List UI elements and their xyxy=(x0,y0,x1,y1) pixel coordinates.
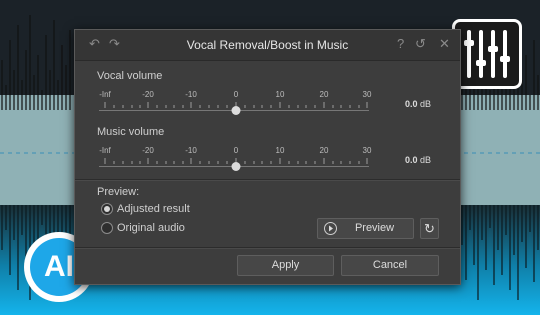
music-volume-slider[interactable]: -Inf -20 -10 0 10 20 30 xyxy=(99,146,372,176)
play-icon xyxy=(324,222,337,235)
tick-label: 0 xyxy=(233,146,239,155)
vocal-volume-unit: dB xyxy=(419,99,431,109)
tick-label: 0 xyxy=(233,90,239,99)
vocal-volume-readout: 0.0 dB xyxy=(375,99,431,109)
music-volume-label: Music volume xyxy=(97,126,165,138)
tick-label: -20 xyxy=(142,90,154,99)
original-audio-radio[interactable] xyxy=(101,222,113,234)
cancel-button[interactable]: Cancel xyxy=(341,255,439,276)
adjusted-result-radio[interactable] xyxy=(101,203,113,215)
vocal-volume-value: 0.0 xyxy=(404,99,418,109)
preview-button[interactable]: Preview xyxy=(317,218,414,239)
music-volume-knob[interactable] xyxy=(231,162,241,171)
tick-label: -Inf xyxy=(99,146,111,155)
tick-label: 20 xyxy=(319,146,329,155)
preview-heading: Preview: xyxy=(97,186,140,198)
music-volume-unit: dB xyxy=(419,155,431,165)
tick-label: -10 xyxy=(185,90,197,99)
refresh-icon: ↻ xyxy=(424,221,435,236)
tick-label: 10 xyxy=(275,146,285,155)
tick-label: 30 xyxy=(362,90,372,99)
dialog-titlebar: ↶ ↷ Vocal Removal/Boost in Music ? ↺ ✕ xyxy=(75,30,460,61)
vocal-volume-knob[interactable] xyxy=(231,106,241,115)
vocal-volume-label: Vocal volume xyxy=(97,70,163,82)
preview-button-label: Preview xyxy=(354,222,395,234)
tick-label: 30 xyxy=(362,146,372,155)
divider xyxy=(75,247,460,249)
tick-label: 10 xyxy=(275,90,285,99)
music-volume-value: 0.0 xyxy=(404,155,418,165)
divider xyxy=(75,179,460,181)
tick-label: -10 xyxy=(185,146,197,155)
adjusted-result-label[interactable]: Adjusted result xyxy=(117,203,190,215)
tick-label: 20 xyxy=(319,90,329,99)
mixer-sliders-icon xyxy=(452,19,522,89)
original-audio-label[interactable]: Original audio xyxy=(117,222,185,234)
reset-icon[interactable]: ↺ xyxy=(415,37,426,51)
help-icon[interactable]: ? xyxy=(397,37,404,51)
apply-button[interactable]: Apply xyxy=(237,255,334,276)
vocal-removal-dialog: ↶ ↷ Vocal Removal/Boost in Music ? ↺ ✕ V… xyxy=(74,29,461,285)
close-icon[interactable]: ✕ xyxy=(439,37,450,51)
vocal-volume-slider[interactable]: -Inf -20 -10 0 10 20 30 xyxy=(99,90,372,120)
tick-label: -Inf xyxy=(99,90,111,99)
replay-button[interactable]: ↻ xyxy=(420,218,439,239)
tick-label: -20 xyxy=(142,146,154,155)
music-volume-readout: 0.0 dB xyxy=(375,155,431,165)
